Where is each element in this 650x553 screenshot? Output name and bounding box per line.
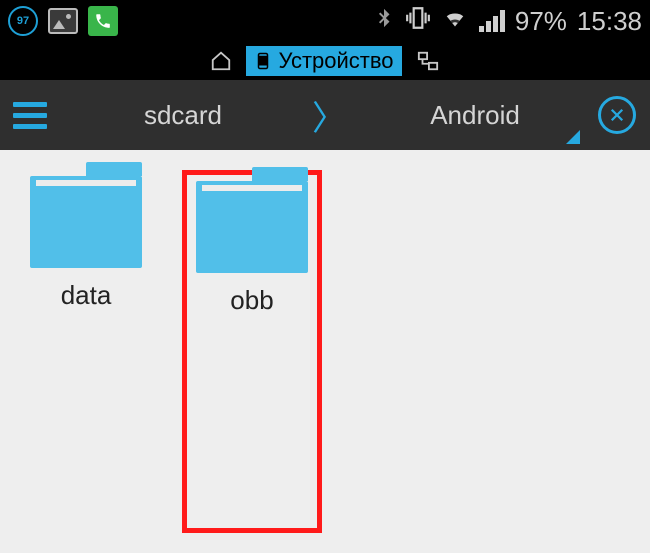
breadcrumb-parent[interactable]: sdcard <box>60 100 306 131</box>
folder-item-obb[interactable]: obb <box>182 170 322 533</box>
bluetooth-icon <box>373 5 395 38</box>
folder-grid: data obb <box>0 150 650 553</box>
status-right-cluster: 97% 15:38 <box>373 5 642 38</box>
close-icon <box>608 106 626 124</box>
tab-device-label: Устройство <box>278 48 393 74</box>
dropdown-triangle-icon[interactable] <box>566 130 580 144</box>
cell-signal-icon <box>479 10 505 32</box>
phone-app-icon <box>88 6 118 36</box>
wifi-icon <box>441 6 469 37</box>
device-icon <box>254 49 272 73</box>
status-left-cluster: 97 <box>8 6 118 36</box>
tab-network[interactable] <box>408 48 448 74</box>
progress-ring-icon: 97 <box>8 6 38 36</box>
location-tabs: Устройство <box>0 42 650 80</box>
hamburger-menu-button[interactable] <box>0 102 60 129</box>
media-image-icon <box>48 6 78 36</box>
folder-item-data[interactable]: data <box>16 170 156 533</box>
path-toolbar: sdcard 〉 Android <box>0 80 650 150</box>
android-status-bar: 97 97% 15:38 <box>0 0 650 42</box>
folder-label: obb <box>230 285 273 316</box>
tab-device[interactable]: Устройство <box>246 46 401 76</box>
progress-ring-value: 97 <box>8 6 38 36</box>
breadcrumb-current[interactable]: Android <box>352 100 598 131</box>
close-button[interactable] <box>598 96 636 134</box>
tab-home[interactable] <box>202 48 240 74</box>
folder-label: data <box>61 280 112 311</box>
battery-text: 97% <box>515 6 567 37</box>
breadcrumb-separator-icon: 〉 <box>306 91 352 140</box>
clock-text: 15:38 <box>577 6 642 37</box>
folder-icon <box>30 176 142 268</box>
folder-icon <box>196 181 308 273</box>
vibrate-icon <box>405 5 431 38</box>
